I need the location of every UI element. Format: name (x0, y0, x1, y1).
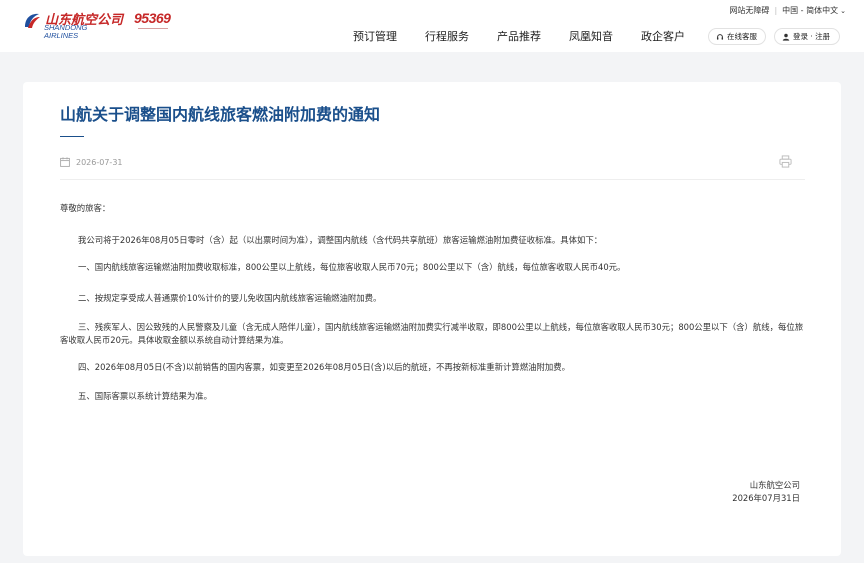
online-service-label: 在线客服 (727, 32, 757, 41)
top-utility-bar: 网站无障碍 | 中国 - 简体中文 ⌄ (729, 5, 846, 16)
paragraph-item-5: 五、国际客票以系统计算结果为准。 (78, 391, 212, 401)
signature-organization: 山东航空公司 (749, 480, 800, 490)
chevron-down-icon[interactable]: ⌄ (840, 7, 846, 15)
salutation: 尊敬的旅客： (60, 203, 111, 213)
paragraph-item-4: 四、2026年08月05日(不含)以前销售的国内客票，如变更至2026年08月0… (78, 362, 570, 372)
site-header: 山东航空公司 SHANDONG AIRLINES 95369 网站无障碍 | 中… (0, 0, 864, 52)
main-nav: 预订管理 行程服务 产品推荐 凤凰知音 政企客户 (353, 28, 713, 43)
signature-date: 2026年07月31日 (732, 493, 800, 503)
print-icon[interactable] (779, 155, 792, 168)
user-icon (782, 33, 790, 41)
nav-products[interactable]: 产品推荐 (497, 28, 541, 43)
nav-phoenix-miles[interactable]: 凤凰知音 (569, 28, 613, 43)
logo-english-text: SHANDONG AIRLINES (44, 24, 87, 40)
paragraph-item-3: 三、残疾军人、因公致残的人民警察及儿童（含无成人陪伴儿童），国内航线旅客运输燃油… (60, 322, 804, 345)
online-service-button[interactable]: 在线客服 (708, 28, 766, 45)
login-register-button[interactable]: 登录 · 注册 (774, 28, 840, 45)
header-divider (60, 179, 805, 180)
nav-trip-services[interactable]: 行程服务 (425, 28, 469, 43)
accessibility-link[interactable]: 网站无障碍 (729, 5, 769, 16)
hotline-number: 95369 (134, 10, 171, 26)
title-underline (60, 136, 84, 137)
hotline-underline (138, 28, 168, 31)
topbar-separator: | (774, 6, 778, 15)
paragraph-intro: 我公司将于2026年08月05日零时（含）起（以出票时间为准），调整国内航线（含… (78, 235, 603, 245)
paragraph-item-1: 一、国内航线旅客运输燃油附加费收取标准，800公里以上航线，每位旅客收取人民币7… (78, 262, 626, 272)
notice-card: 山航关于调整国内航线旅客燃油附加费的通知 2026-07-31 尊敬的旅客： 我… (23, 82, 841, 556)
paragraph-item-2: 二、按规定享受成人普通票价10%计价的婴儿免收国内航线旅客运输燃油附加费。 (78, 293, 382, 303)
login-register-label: 登录 · 注册 (793, 32, 831, 41)
publish-date-row: 2026-07-31 (60, 156, 123, 168)
airline-emblem-icon (25, 13, 40, 28)
region-language-selector[interactable]: 中国 - 简体中文 (782, 5, 838, 16)
calendar-icon (60, 157, 70, 167)
headset-icon (716, 33, 724, 40)
logo-english-line2: AIRLINES (44, 31, 79, 40)
publish-date: 2026-07-31 (76, 157, 123, 167)
nav-corporate-clients[interactable]: 政企客户 (641, 28, 685, 43)
page-title: 山航关于调整国内航线旅客燃油附加费的通知 (60, 105, 381, 124)
nav-booking-management[interactable]: 预订管理 (353, 28, 397, 43)
